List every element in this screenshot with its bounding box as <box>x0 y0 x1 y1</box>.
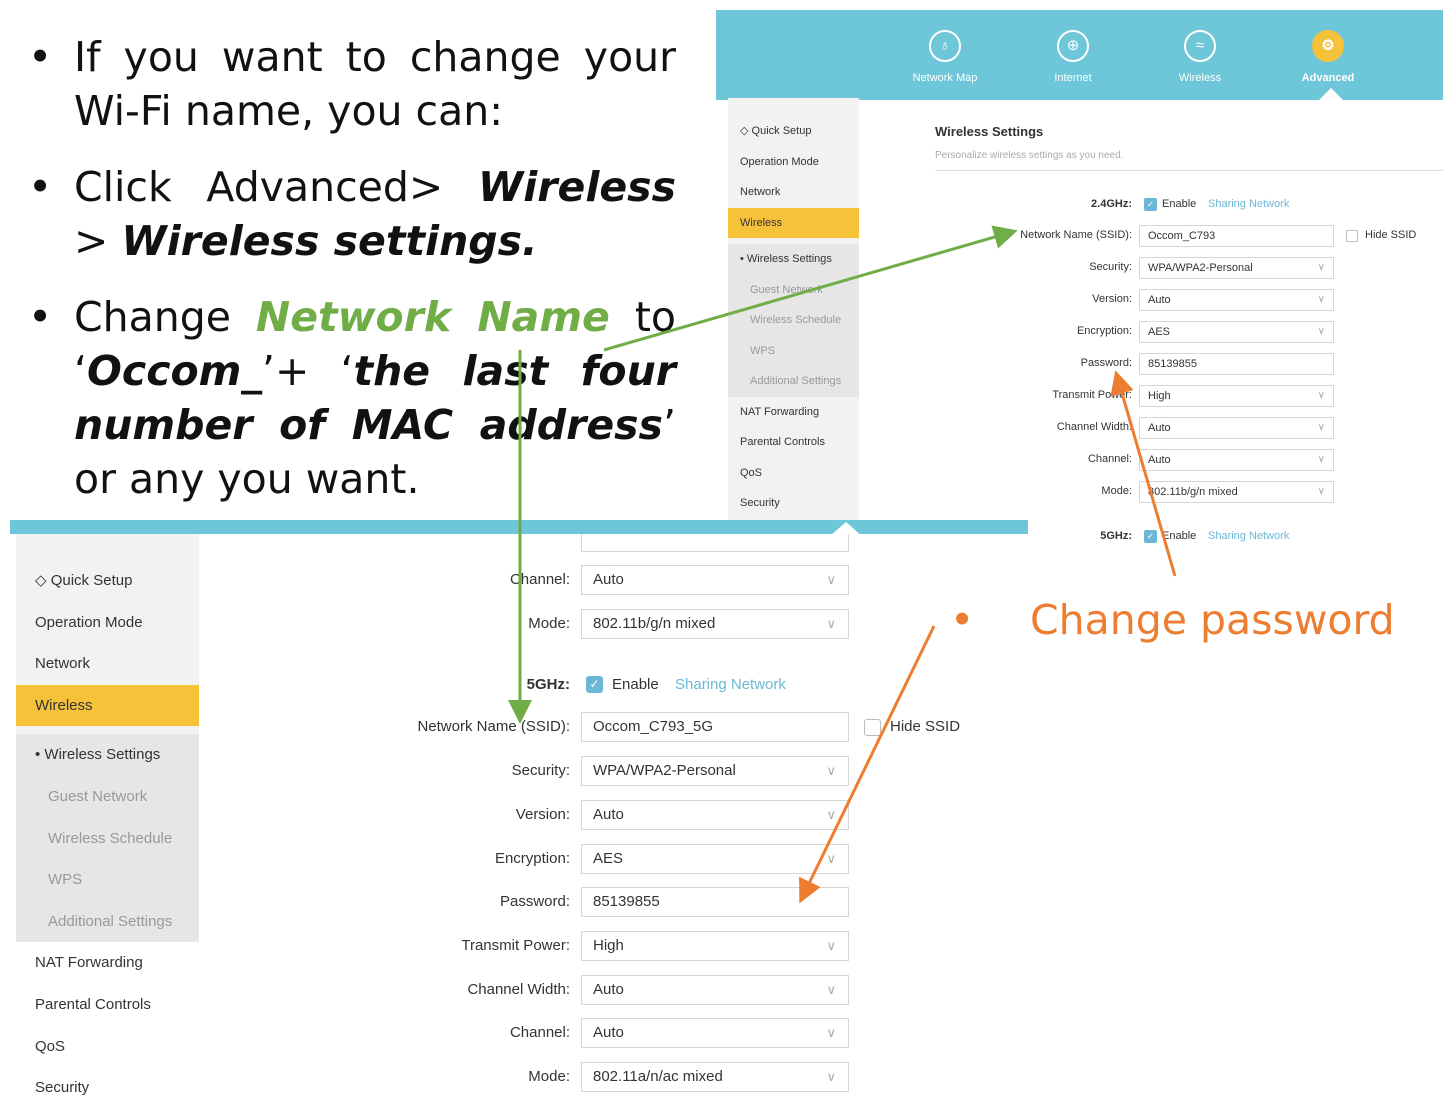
orange-arrow-to-password-24 <box>1110 370 1177 577</box>
orange-arrow-to-password-5 <box>799 625 936 904</box>
annotation-arrows <box>508 225 1177 904</box>
green-arrow-to-ssid-24 <box>603 225 1018 352</box>
